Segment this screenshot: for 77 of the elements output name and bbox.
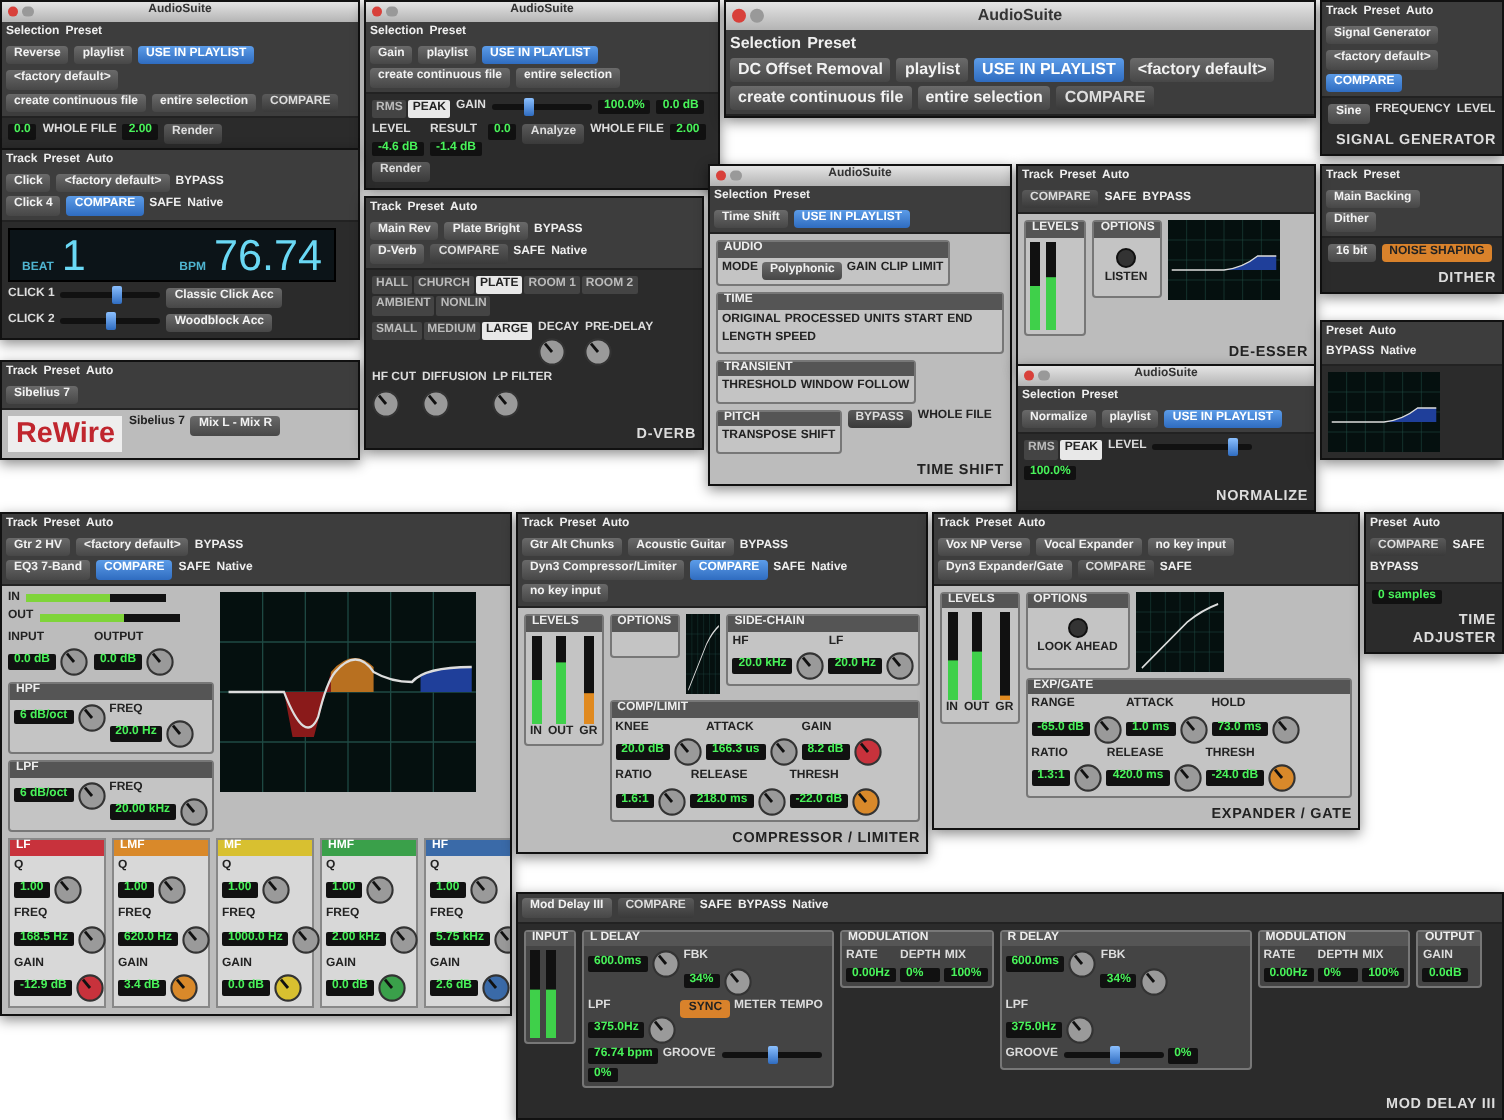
dropdown[interactable]: DC Offset Removal xyxy=(730,57,891,82)
close-button[interactable] xyxy=(1024,370,1035,382)
knob[interactable] xyxy=(482,974,510,1002)
slider-track[interactable] xyxy=(721,1052,822,1059)
knob[interactable] xyxy=(757,787,786,815)
knob[interactable] xyxy=(292,925,321,953)
knob[interactable] xyxy=(723,967,752,995)
knob[interactable] xyxy=(1173,764,1202,792)
knob[interactable] xyxy=(852,787,881,815)
transfer-curve-graph xyxy=(685,614,721,694)
close-button[interactable] xyxy=(372,6,383,18)
knob[interactable] xyxy=(492,389,521,417)
knob[interactable] xyxy=(157,876,186,904)
close-button[interactable] xyxy=(732,8,747,23)
knob[interactable] xyxy=(1066,1016,1095,1044)
display-value: 76.74 xyxy=(213,233,322,277)
display-value: 1 xyxy=(61,233,86,277)
boost-area xyxy=(331,657,374,691)
knob[interactable] xyxy=(674,738,703,766)
close-button[interactable] xyxy=(716,170,727,182)
toggle-button[interactable]: COMPARE xyxy=(1056,85,1154,110)
knob[interactable] xyxy=(372,389,400,417)
knob[interactable] xyxy=(60,648,89,676)
knob[interactable] xyxy=(1140,967,1169,995)
knob[interactable] xyxy=(769,738,798,766)
knob[interactable] xyxy=(390,925,419,953)
knob[interactable] xyxy=(365,876,394,904)
knob[interactable] xyxy=(1094,715,1123,743)
dropdown[interactable]: entire selection xyxy=(917,85,1051,110)
logo: ReWire xyxy=(8,416,123,452)
knob[interactable] xyxy=(584,338,613,366)
slider-thumb[interactable] xyxy=(767,1046,778,1065)
knob[interactable] xyxy=(469,876,498,904)
toggle-led[interactable] xyxy=(1067,618,1088,638)
dropdown[interactable]: create continuous file xyxy=(730,85,912,110)
knob[interactable] xyxy=(1268,764,1297,792)
slider-thumb[interactable] xyxy=(1228,438,1239,457)
knob[interactable] xyxy=(180,798,209,826)
header-label: Selection xyxy=(730,33,802,54)
knob[interactable] xyxy=(1074,764,1103,792)
knob[interactable] xyxy=(648,1016,677,1044)
slider-thumb[interactable] xyxy=(523,97,534,116)
dropdown[interactable]: <factory default> xyxy=(1129,57,1275,82)
header-label: Preset xyxy=(807,33,857,54)
slider-thumb[interactable] xyxy=(1110,1046,1121,1065)
toggle-button[interactable]: USE IN PLAYLIST xyxy=(974,57,1124,82)
knob[interactable] xyxy=(77,703,106,731)
knob[interactable] xyxy=(274,974,303,1002)
toggle-led[interactable] xyxy=(1116,247,1137,267)
knob[interactable] xyxy=(53,876,82,904)
knob[interactable] xyxy=(78,925,107,953)
knob[interactable] xyxy=(166,720,195,748)
knob[interactable] xyxy=(853,738,882,766)
knob[interactable] xyxy=(422,389,450,417)
knob[interactable] xyxy=(651,950,680,978)
slider-thumb[interactable] xyxy=(106,311,117,330)
filter-curve-graph xyxy=(1168,220,1281,300)
knob[interactable] xyxy=(1068,950,1097,978)
knob[interactable] xyxy=(1179,715,1208,743)
knob[interactable] xyxy=(1271,715,1300,743)
knob[interactable] xyxy=(76,974,105,1002)
slider-thumb[interactable] xyxy=(111,286,122,305)
knob[interactable] xyxy=(796,652,825,680)
knob[interactable] xyxy=(378,974,407,1002)
filter-curve-graph xyxy=(1328,372,1440,452)
knob[interactable] xyxy=(77,781,106,809)
knob[interactable] xyxy=(170,974,199,1002)
close-button[interactable] xyxy=(8,6,19,18)
knob[interactable] xyxy=(261,876,290,904)
dropdown[interactable]: playlist xyxy=(896,57,969,82)
transfer-curve-graph xyxy=(1135,591,1224,671)
knob[interactable] xyxy=(182,925,211,953)
knob[interactable] xyxy=(538,338,567,366)
knob[interactable] xyxy=(658,787,687,815)
knob[interactable] xyxy=(146,648,175,676)
knob[interactable] xyxy=(886,652,914,680)
window-title: AudioSuite xyxy=(977,5,1063,26)
